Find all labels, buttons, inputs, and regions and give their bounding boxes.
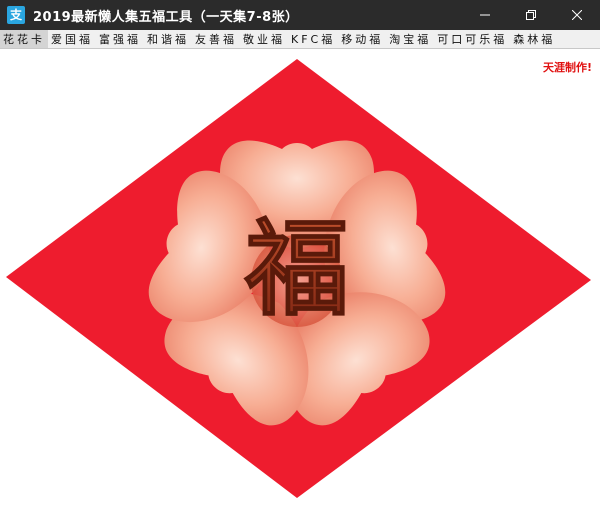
tab-10[interactable]: 森林福 — [510, 30, 558, 48]
tab-7[interactable]: 移动福 — [338, 30, 386, 48]
tab-0[interactable]: 花花卡 — [0, 30, 48, 48]
tab-5[interactable]: 敬业福 — [240, 30, 288, 48]
close-button[interactable] — [554, 0, 600, 30]
title-bar: 支 2019最新懒人集五福工具（一天集7-8张） — [0, 0, 600, 30]
tab-2[interactable]: 富强福 — [96, 30, 144, 48]
minimize-icon — [480, 14, 490, 16]
fu-character: 福 — [244, 207, 349, 330]
tab-bar: 花花卡 爱国福 富强福 和谐福 友善福 敬业福 KFC福 移动福 淘宝福 可口可乐福 森林福 — [0, 30, 600, 49]
window-controls — [462, 0, 600, 30]
tab-3[interactable]: 和谐福 — [144, 30, 192, 48]
tab-6[interactable]: KFC福 — [288, 30, 338, 48]
restore-icon — [526, 10, 536, 20]
tab-4[interactable]: 友善福 — [192, 30, 240, 48]
close-icon — [572, 10, 582, 20]
card-display-area: 天涯制作! 福 — [0, 49, 600, 507]
app-icon-glyph: 支 — [9, 8, 22, 22]
tab-9[interactable]: 可口可乐福 — [434, 30, 510, 48]
tab-1[interactable]: 爱国福 — [48, 30, 96, 48]
tab-8[interactable]: 淘宝福 — [386, 30, 434, 48]
alipay-app-icon: 支 — [7, 6, 25, 24]
restore-button[interactable] — [508, 0, 554, 30]
window-title: 2019最新懒人集五福工具（一天集7-8张） — [33, 9, 299, 25]
fu-card-image: 福 — [6, 59, 591, 498]
minimize-button[interactable] — [462, 0, 508, 30]
